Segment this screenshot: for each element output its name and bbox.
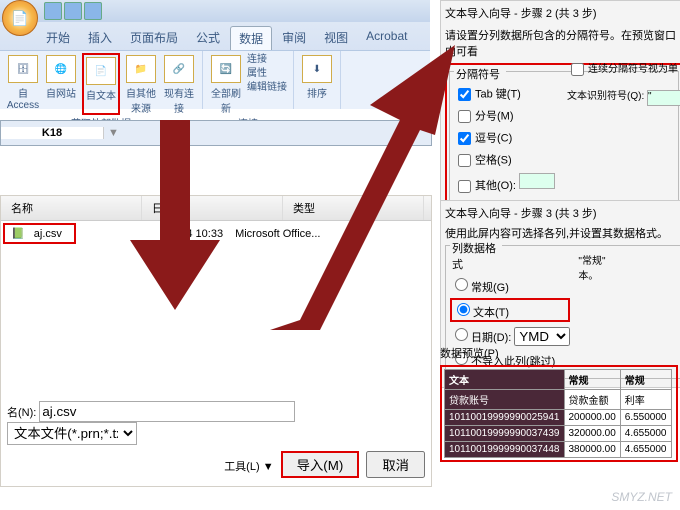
chk-space[interactable]: 空格(S)	[454, 151, 674, 170]
preview-label: 数据预览(P)	[440, 345, 678, 361]
wiz3-title: 文本导入向导 - 步骤 3 (共 3 步)	[445, 205, 680, 221]
preview-table: 文本常规常规 贷款账号贷款金额利率 1011001999999002594120…	[444, 369, 672, 458]
chk-other[interactable]: 其他(O):	[454, 173, 674, 196]
data-preview: 数据预览(P) 文本常规常规 贷款账号贷款金额利率 10110019999990…	[440, 345, 678, 462]
file-item[interactable]: 📗 aj.csv	[3, 223, 76, 244]
radio-date[interactable]: 日期(D): YMD	[450, 325, 570, 346]
refresh-all-button[interactable]: 🔄全部刷新	[209, 53, 243, 115]
tab-home[interactable]: 开始	[38, 26, 78, 50]
tab-insert[interactable]: 插入	[80, 26, 120, 50]
wiz3-desc: 使用此屏内容可选择各列,并设置其数据格式。	[445, 225, 680, 241]
filter-select[interactable]: 文本文件(*.prn;*.txt;*.csv)	[7, 422, 137, 445]
chk-semicolon[interactable]: 分号(M)	[454, 107, 674, 126]
import-button[interactable]: 导入(M)	[281, 451, 360, 478]
watermark: SMYZ.NET	[611, 490, 672, 504]
tab-layout[interactable]: 页面布局	[122, 26, 186, 50]
filename-input[interactable]	[39, 401, 295, 422]
date-format-select[interactable]: YMD	[514, 327, 570, 346]
wiz2-desc: 请设置分列数据所包含的分隔符号。在预览窗口内可看	[445, 27, 680, 59]
tab-formulas[interactable]: 公式	[188, 26, 228, 50]
radio-text[interactable]: 文本(T)	[450, 298, 570, 322]
quick-access-toolbar[interactable]	[44, 2, 102, 20]
group-external-data: 🗄自 Access 🌐自网站 📄自文本 📁自其他来源 🔗现有连接 获取外部数据	[0, 51, 203, 109]
arrow-down-icon	[130, 120, 230, 320]
chk-comma[interactable]: 逗号(C)	[454, 129, 674, 148]
from-other-button[interactable]: 📁自其他来源	[124, 53, 158, 115]
filename-label: 名(N):	[7, 407, 36, 419]
radio-general[interactable]: 常规(G)	[450, 275, 570, 295]
text-qualifier[interactable]: "	[647, 90, 680, 106]
existing-conn-button[interactable]: 🔗现有连接	[162, 53, 196, 115]
name-box[interactable]: K18	[1, 127, 104, 139]
office-orb[interactable]: 📄	[2, 0, 38, 36]
chk-consecutive[interactable]: 连续分隔符号视为单	[567, 60, 680, 79]
from-access-button[interactable]: 🗄自 Access	[6, 53, 40, 115]
tools-dropdown[interactable]: 工具(L)	[224, 461, 259, 473]
wiz2-title: 文本导入向导 - 步骤 2 (共 3 步)	[445, 5, 680, 21]
arrow-diag-icon	[260, 40, 460, 340]
from-web-button[interactable]: 🌐自网站	[44, 53, 78, 115]
cancel-button[interactable]: 取消	[366, 451, 425, 478]
col-name[interactable]: 名称	[1, 196, 142, 220]
from-text-button[interactable]: 📄自文本	[82, 53, 120, 115]
